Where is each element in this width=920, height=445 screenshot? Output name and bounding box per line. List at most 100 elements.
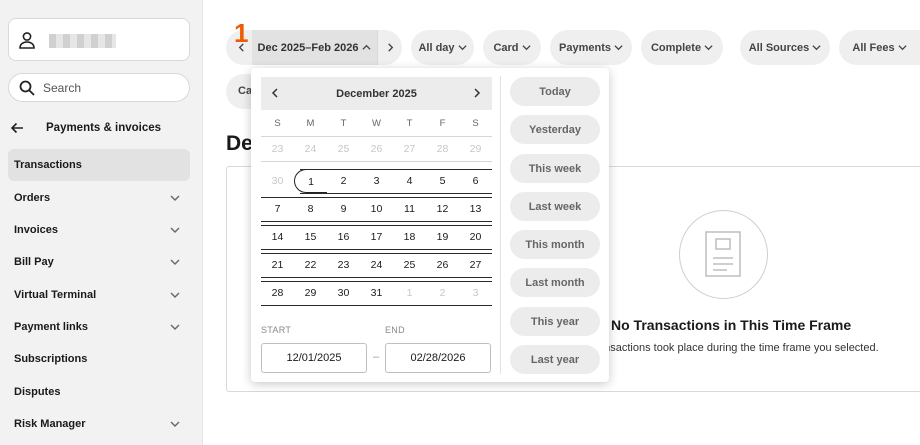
calendar-day[interactable]: 22	[294, 253, 327, 277]
calendar-day[interactable]: 17	[360, 225, 393, 249]
calendar-day: 28	[436, 143, 449, 155]
quick-range-today-button[interactable]: Today	[510, 77, 600, 106]
divider	[500, 76, 501, 374]
calendar-day: 25	[337, 143, 350, 155]
calendar-day[interactable]: 1	[294, 169, 327, 193]
sidebar-item-subscriptions[interactable]: Subscriptions	[8, 343, 190, 375]
next-month-button[interactable]	[471, 87, 483, 99]
end-label: END	[385, 325, 405, 335]
range-band-line	[261, 221, 492, 222]
calendar-day: 30	[271, 175, 284, 187]
calendar-day[interactable]: 23	[327, 253, 360, 277]
quick-range-this-month-button[interactable]: This month	[510, 230, 600, 259]
arrow-left-icon	[10, 122, 23, 134]
calendar-day[interactable]: 28	[261, 281, 294, 305]
calendar-day[interactable]: 6	[459, 169, 492, 193]
sidebar-item-invoices[interactable]: Invoices	[8, 214, 190, 246]
calendar-day[interactable]: 29	[294, 281, 327, 305]
type-filter[interactable]: Payments	[550, 30, 632, 65]
quick-range-this-week-button[interactable]: This week	[510, 154, 600, 183]
search-box[interactable]	[8, 73, 190, 102]
date-picker-popover: December 2025 S M T W T F S 23 24 25 26 27 28 29 30 1 2 3…	[251, 68, 609, 382]
sidebar-item-transactions[interactable]: Transactions	[8, 149, 190, 181]
quick-range-yesterday-button[interactable]: Yesterday	[510, 115, 600, 144]
calendar-day[interactable]: 8	[294, 197, 327, 221]
back-link[interactable]: Payments & invoices	[8, 118, 190, 140]
empty-state-title: No Transactions in This Time Frame	[611, 317, 852, 333]
calendar-day: 27	[403, 143, 416, 155]
sidebar-item-bill-pay[interactable]: Bill Pay	[8, 246, 190, 278]
range-band-line	[300, 193, 492, 194]
chevron-down-icon	[457, 45, 467, 51]
status-filter[interactable]: Complete	[641, 30, 723, 65]
chevron-down-icon	[521, 45, 531, 51]
chevron-up-icon	[362, 44, 372, 50]
calendar-day[interactable]: 16	[327, 225, 360, 249]
weekday-label: M	[306, 118, 315, 129]
date-next-button[interactable]	[377, 30, 402, 65]
calendar-day: 2	[439, 287, 446, 299]
quick-range-last-month-button[interactable]: Last month	[510, 268, 600, 297]
date-range-button[interactable]: Dec 2025–Feb 2026	[252, 30, 377, 65]
calendar-day[interactable]: 12	[426, 197, 459, 221]
weekday-label: T	[340, 118, 347, 129]
calendar-day: 23	[271, 143, 284, 155]
sidebar-item-risk-manager[interactable]: Risk Manager	[8, 408, 190, 440]
time-filter[interactable]: All day	[411, 30, 474, 65]
range-band-line	[261, 197, 492, 198]
quick-range-this-year-button[interactable]: This year	[510, 307, 600, 336]
calendar-day[interactable]: 26	[426, 253, 459, 277]
calendar-day[interactable]: 30	[327, 281, 360, 305]
calendar-day[interactable]: 3	[360, 169, 393, 193]
start-date-input[interactable]: 12/01/2025	[261, 343, 367, 373]
search-input[interactable]	[43, 80, 183, 96]
fees-filter[interactable]: All Fees	[839, 30, 920, 65]
sources-filter[interactable]: All Sources	[740, 30, 830, 65]
calendar-day[interactable]: 5	[426, 169, 459, 193]
calendar-day: 3	[472, 287, 479, 299]
range-band-line	[300, 169, 492, 170]
calendar-day[interactable]: 11	[393, 197, 426, 221]
calendar-month-label: December 2025	[336, 88, 417, 100]
weekday-label: S	[472, 118, 479, 129]
search-icon	[19, 80, 35, 96]
range-band-line	[261, 277, 492, 278]
range-band-line	[261, 253, 492, 254]
calendar-grid: S M T W T F S 23 24 25 26 27 28 29 30 1 2 3 4 5 6 7 8 9 10 11 12 13…	[261, 110, 492, 310]
calendar-day: 29	[469, 143, 482, 155]
sidebar-item-virtual-terminal[interactable]: Virtual Terminal	[8, 279, 190, 311]
section-title: Payments & invoices	[46, 122, 162, 134]
method-filter[interactable]: Card	[483, 30, 541, 65]
step-badge: 1	[234, 18, 249, 48]
sidebar: Payments & invoices Transactions Orders …	[0, 0, 203, 445]
calendar-day[interactable]: 27	[459, 253, 492, 277]
calendar-day[interactable]: 24	[360, 253, 393, 277]
sidebar-item-orders[interactable]: Orders	[8, 182, 190, 214]
calendar-day[interactable]: 18	[393, 225, 426, 249]
calendar-day[interactable]: 31	[360, 281, 393, 305]
calendar-day[interactable]: 10	[360, 197, 393, 221]
calendar-day[interactable]: 14	[261, 225, 294, 249]
calendar-day[interactable]: 4	[393, 169, 426, 193]
account-switcher[interactable]	[8, 18, 190, 61]
calendar-day[interactable]: 21	[261, 253, 294, 277]
chevron-down-icon	[170, 324, 180, 330]
sidebar-item-disputes[interactable]: Disputes	[8, 376, 190, 408]
calendar-day[interactable]: 13	[459, 197, 492, 221]
calendar-day[interactable]: 7	[261, 197, 294, 221]
calendar-day[interactable]: 2	[327, 169, 360, 193]
chevron-down-icon	[170, 195, 180, 201]
calendar-day[interactable]: 9	[327, 197, 360, 221]
sidebar-item-payment-links[interactable]: Payment links	[8, 311, 190, 343]
quick-range-last-week-button[interactable]: Last week	[510, 192, 600, 221]
range-band-line	[261, 305, 492, 306]
quick-range-last-year-button[interactable]: Last year	[510, 345, 600, 374]
chevron-down-icon	[170, 259, 180, 265]
calendar-day[interactable]: 19	[426, 225, 459, 249]
end-date-input[interactable]: 02/28/2026	[385, 343, 491, 373]
calendar-day[interactable]: 15	[294, 225, 327, 249]
calendar-day[interactable]: 25	[393, 253, 426, 277]
row-divider	[261, 136, 492, 137]
range-separator: –	[373, 351, 380, 363]
calendar-day[interactable]: 20	[459, 225, 492, 249]
